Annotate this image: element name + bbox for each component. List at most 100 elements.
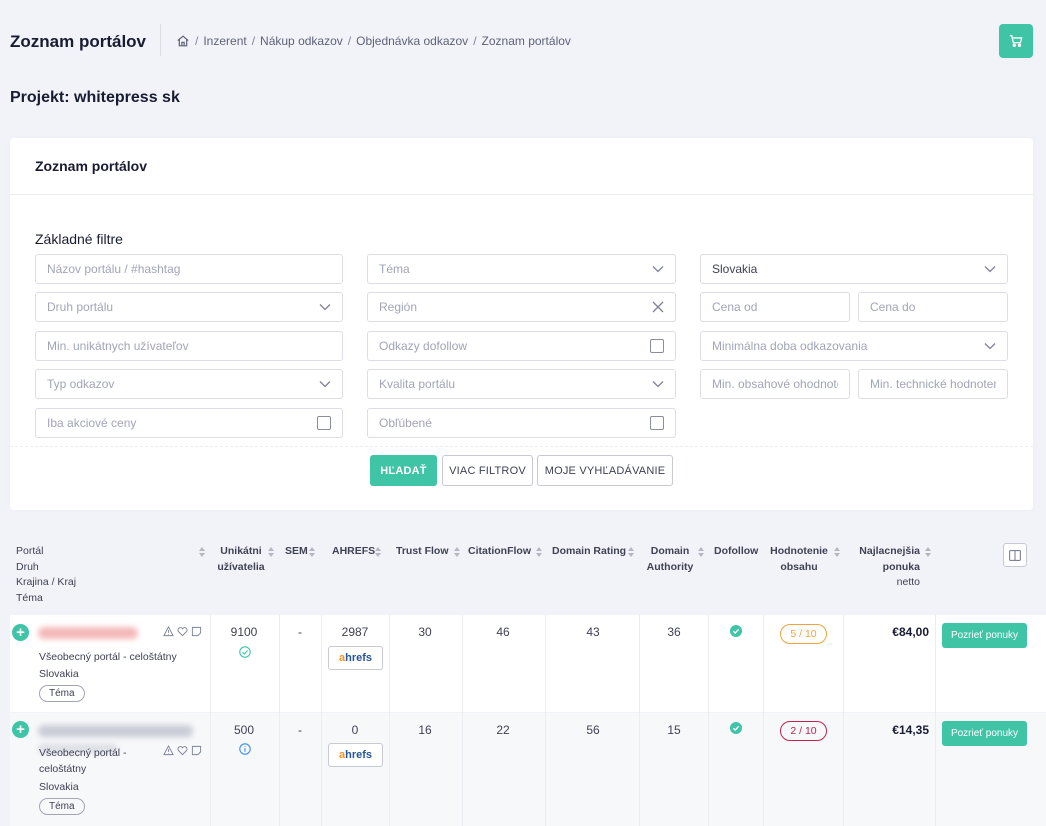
ahrefs-logo[interactable]: a hrefs — [328, 646, 383, 670]
add-portal-button[interactable]: + — [12, 721, 29, 738]
cart-icon — [1009, 35, 1023, 48]
breadcrumb-objednavka[interactable]: Objednávka odkazov — [356, 34, 468, 48]
promo-prices-checkbox[interactable]: Iba akciové ceny — [35, 408, 343, 438]
chevron-down-icon — [984, 343, 996, 350]
cart-button[interactable] — [999, 24, 1033, 58]
header-ahrefs[interactable]: AHREFS — [332, 544, 375, 560]
price-to-input[interactable]: Cena do — [858, 292, 1008, 322]
warning-icon[interactable] — [163, 745, 174, 756]
favorites-checkbox[interactable]: Obľúbené — [367, 408, 676, 438]
header-dofollow[interactable]: Dofollow — [714, 544, 758, 560]
view-offers-button[interactable]: Pozrieť ponuky — [942, 623, 1027, 648]
citation-flow-value: 22 — [496, 723, 510, 737]
header-divider — [160, 24, 161, 56]
domain-rating-value: 56 — [586, 723, 600, 737]
header-domain-rating[interactable]: Domain Rating — [552, 544, 626, 560]
header-sem[interactable]: SEM — [285, 544, 308, 560]
checkbox[interactable] — [650, 339, 664, 353]
info-icon[interactable] — [239, 743, 251, 755]
ahrefs-value: 0 — [351, 723, 359, 737]
domain-authority-value: 15 — [667, 723, 681, 737]
header-domain-authority[interactable]: Domain Authority — [646, 544, 694, 575]
add-portal-button[interactable]: + — [12, 624, 29, 641]
view-offers-button[interactable]: Pozrieť ponuky — [942, 721, 1027, 746]
dofollow-links-checkbox[interactable]: Odkazy dofollow — [367, 331, 676, 361]
domain-rating-value: 43 — [586, 625, 600, 639]
note-icon[interactable] — [191, 626, 202, 637]
portal-actions — [163, 626, 202, 637]
heart-icon[interactable] — [177, 626, 188, 637]
header-citation-flow[interactable]: CitationFlow — [468, 544, 531, 560]
breadcrumb-nakup-odkazov[interactable]: Nákup odkazov — [260, 34, 343, 48]
sort-icon[interactable] — [628, 547, 634, 557]
breadcrumb-current: Zoznam portálov — [481, 34, 571, 48]
breadcrumb-inzerent[interactable]: Inzerent — [203, 34, 246, 48]
portal-type-select[interactable]: Druh portálu — [35, 292, 343, 322]
header-portal[interactable]: Portál Druh Krajina / Kraj Téma — [16, 544, 76, 606]
verified-icon — [239, 646, 251, 658]
portal-quality-select[interactable]: Kvalita portálu — [367, 369, 676, 399]
topic-select[interactable]: Téma — [367, 254, 676, 284]
checkbox[interactable] — [650, 416, 664, 430]
chevron-down-icon — [652, 266, 664, 273]
sem-value: - — [298, 723, 302, 737]
portal-name-blurred[interactable] — [38, 627, 138, 639]
topic-tag[interactable]: Téma — [39, 685, 85, 702]
sort-icon[interactable] — [454, 547, 460, 557]
portal-name-blurred[interactable] — [38, 725, 193, 737]
sort-icon[interactable] — [925, 547, 931, 557]
more-filters-button[interactable]: VIAC FILTROV — [442, 455, 533, 486]
header-content-rating[interactable]: Hodnotenie obsahu — [770, 544, 828, 575]
project-title: Projekt: whitepress sk — [10, 89, 180, 106]
best-price: €84,00 — [892, 625, 929, 639]
min-unique-users-input[interactable]: Min. unikátnych užívateľov — [35, 331, 343, 361]
sort-icon[interactable] — [199, 547, 205, 557]
header-unique-users[interactable]: Unikátni užívatelia — [217, 544, 265, 575]
trust-flow-value: 30 — [418, 625, 432, 639]
header-best-offer[interactable]: Najlacnejšia ponuka netto — [858, 544, 920, 591]
heart-icon[interactable] — [177, 745, 188, 756]
region-select[interactable]: Región — [367, 292, 676, 322]
sort-icon[interactable] — [698, 547, 704, 557]
portal-country: Slovakia — [39, 668, 79, 680]
country-select[interactable]: Slovakia — [700, 254, 1008, 284]
header-trust-flow[interactable]: Trust Flow — [396, 544, 449, 560]
home-icon[interactable] — [176, 34, 190, 48]
portal-type-cont: celoštátny — [39, 763, 87, 775]
breadcrumb: / Inzerent / Nákup odkazov / Objednávka … — [176, 34, 571, 48]
min-link-duration-select[interactable]: Minimálna doba odkazovania — [700, 331, 1008, 361]
sort-icon[interactable] — [375, 547, 381, 557]
portal-type: Všeobecný portál - celoštátny — [39, 651, 177, 663]
dofollow-check-icon — [730, 625, 742, 637]
chevron-down-icon — [652, 381, 664, 388]
unique-users-value: 9100 — [230, 625, 258, 639]
sort-icon[interactable] — [834, 547, 840, 557]
content-rating-badge: 5 / 10 — [780, 624, 827, 644]
price-from-input[interactable]: Cena od — [700, 292, 850, 322]
dofollow-check-icon — [730, 722, 742, 734]
sort-icon[interactable] — [268, 547, 274, 557]
unique-users-value: 500 — [233, 723, 255, 737]
clear-icon[interactable] — [652, 301, 664, 313]
sort-icon[interactable] — [309, 547, 315, 557]
search-button[interactable]: HĽADAŤ — [370, 455, 437, 486]
citation-flow-value: 46 — [496, 625, 510, 639]
domain-authority-value: 36 — [667, 625, 681, 639]
note-icon[interactable] — [191, 745, 202, 756]
ahrefs-value: 2987 — [341, 625, 369, 639]
portal-country: Slovakia — [39, 781, 79, 793]
link-type-select[interactable]: Typ odkazov — [35, 369, 343, 399]
min-content-rating-input[interactable]: Min. obsahové ohodnotenie — [700, 369, 850, 399]
checkbox[interactable] — [317, 416, 331, 430]
portal-name-input[interactable]: Názov portálu / #hashtag — [35, 254, 343, 284]
sort-icon[interactable] — [536, 547, 542, 557]
warning-icon[interactable] — [163, 626, 174, 637]
divider — [10, 446, 1033, 447]
my-search-button[interactable]: MOJE VYHĽADÁVANIE — [537, 455, 673, 486]
ahrefs-logo[interactable]: a hrefs — [328, 743, 383, 767]
min-technical-rating-input[interactable]: Min. technické hodnotenie — [858, 369, 1008, 399]
chevron-down-icon — [319, 304, 331, 311]
best-price: €14,35 — [892, 723, 929, 737]
topic-tag[interactable]: Téma — [39, 798, 85, 815]
columns-toggle-button[interactable] — [1003, 543, 1027, 567]
